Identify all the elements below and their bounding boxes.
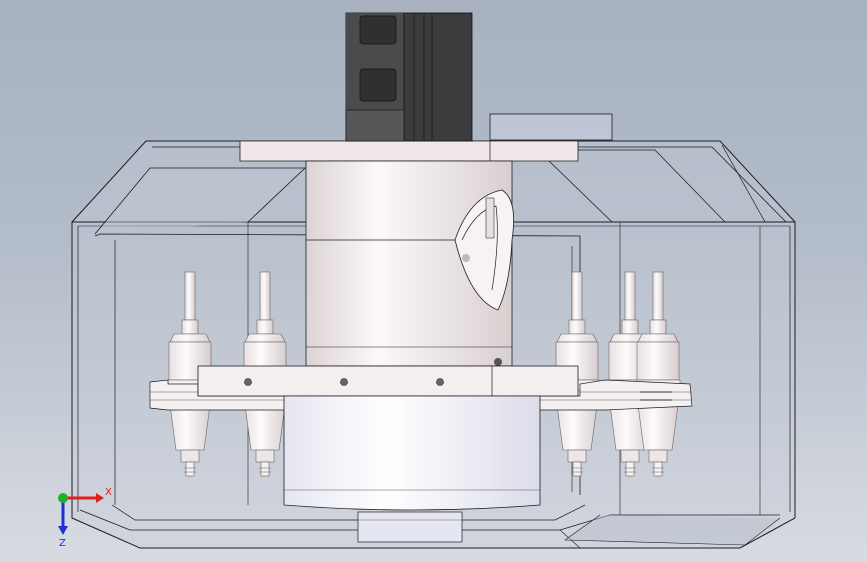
z-arrow-head — [58, 526, 68, 535]
cad-viewport[interactable]: X Z — [0, 0, 867, 562]
x-arrow-head — [96, 493, 104, 503]
x-axis-label: X — [105, 487, 112, 498]
cad-model-view — [71, 12, 796, 549]
y-axis-dot — [58, 493, 68, 503]
axis-triad: X Z — [58, 487, 112, 549]
spindle-housing — [305, 160, 515, 367]
z-axis-label: Z — [59, 538, 66, 549]
servo-motor — [345, 12, 473, 142]
